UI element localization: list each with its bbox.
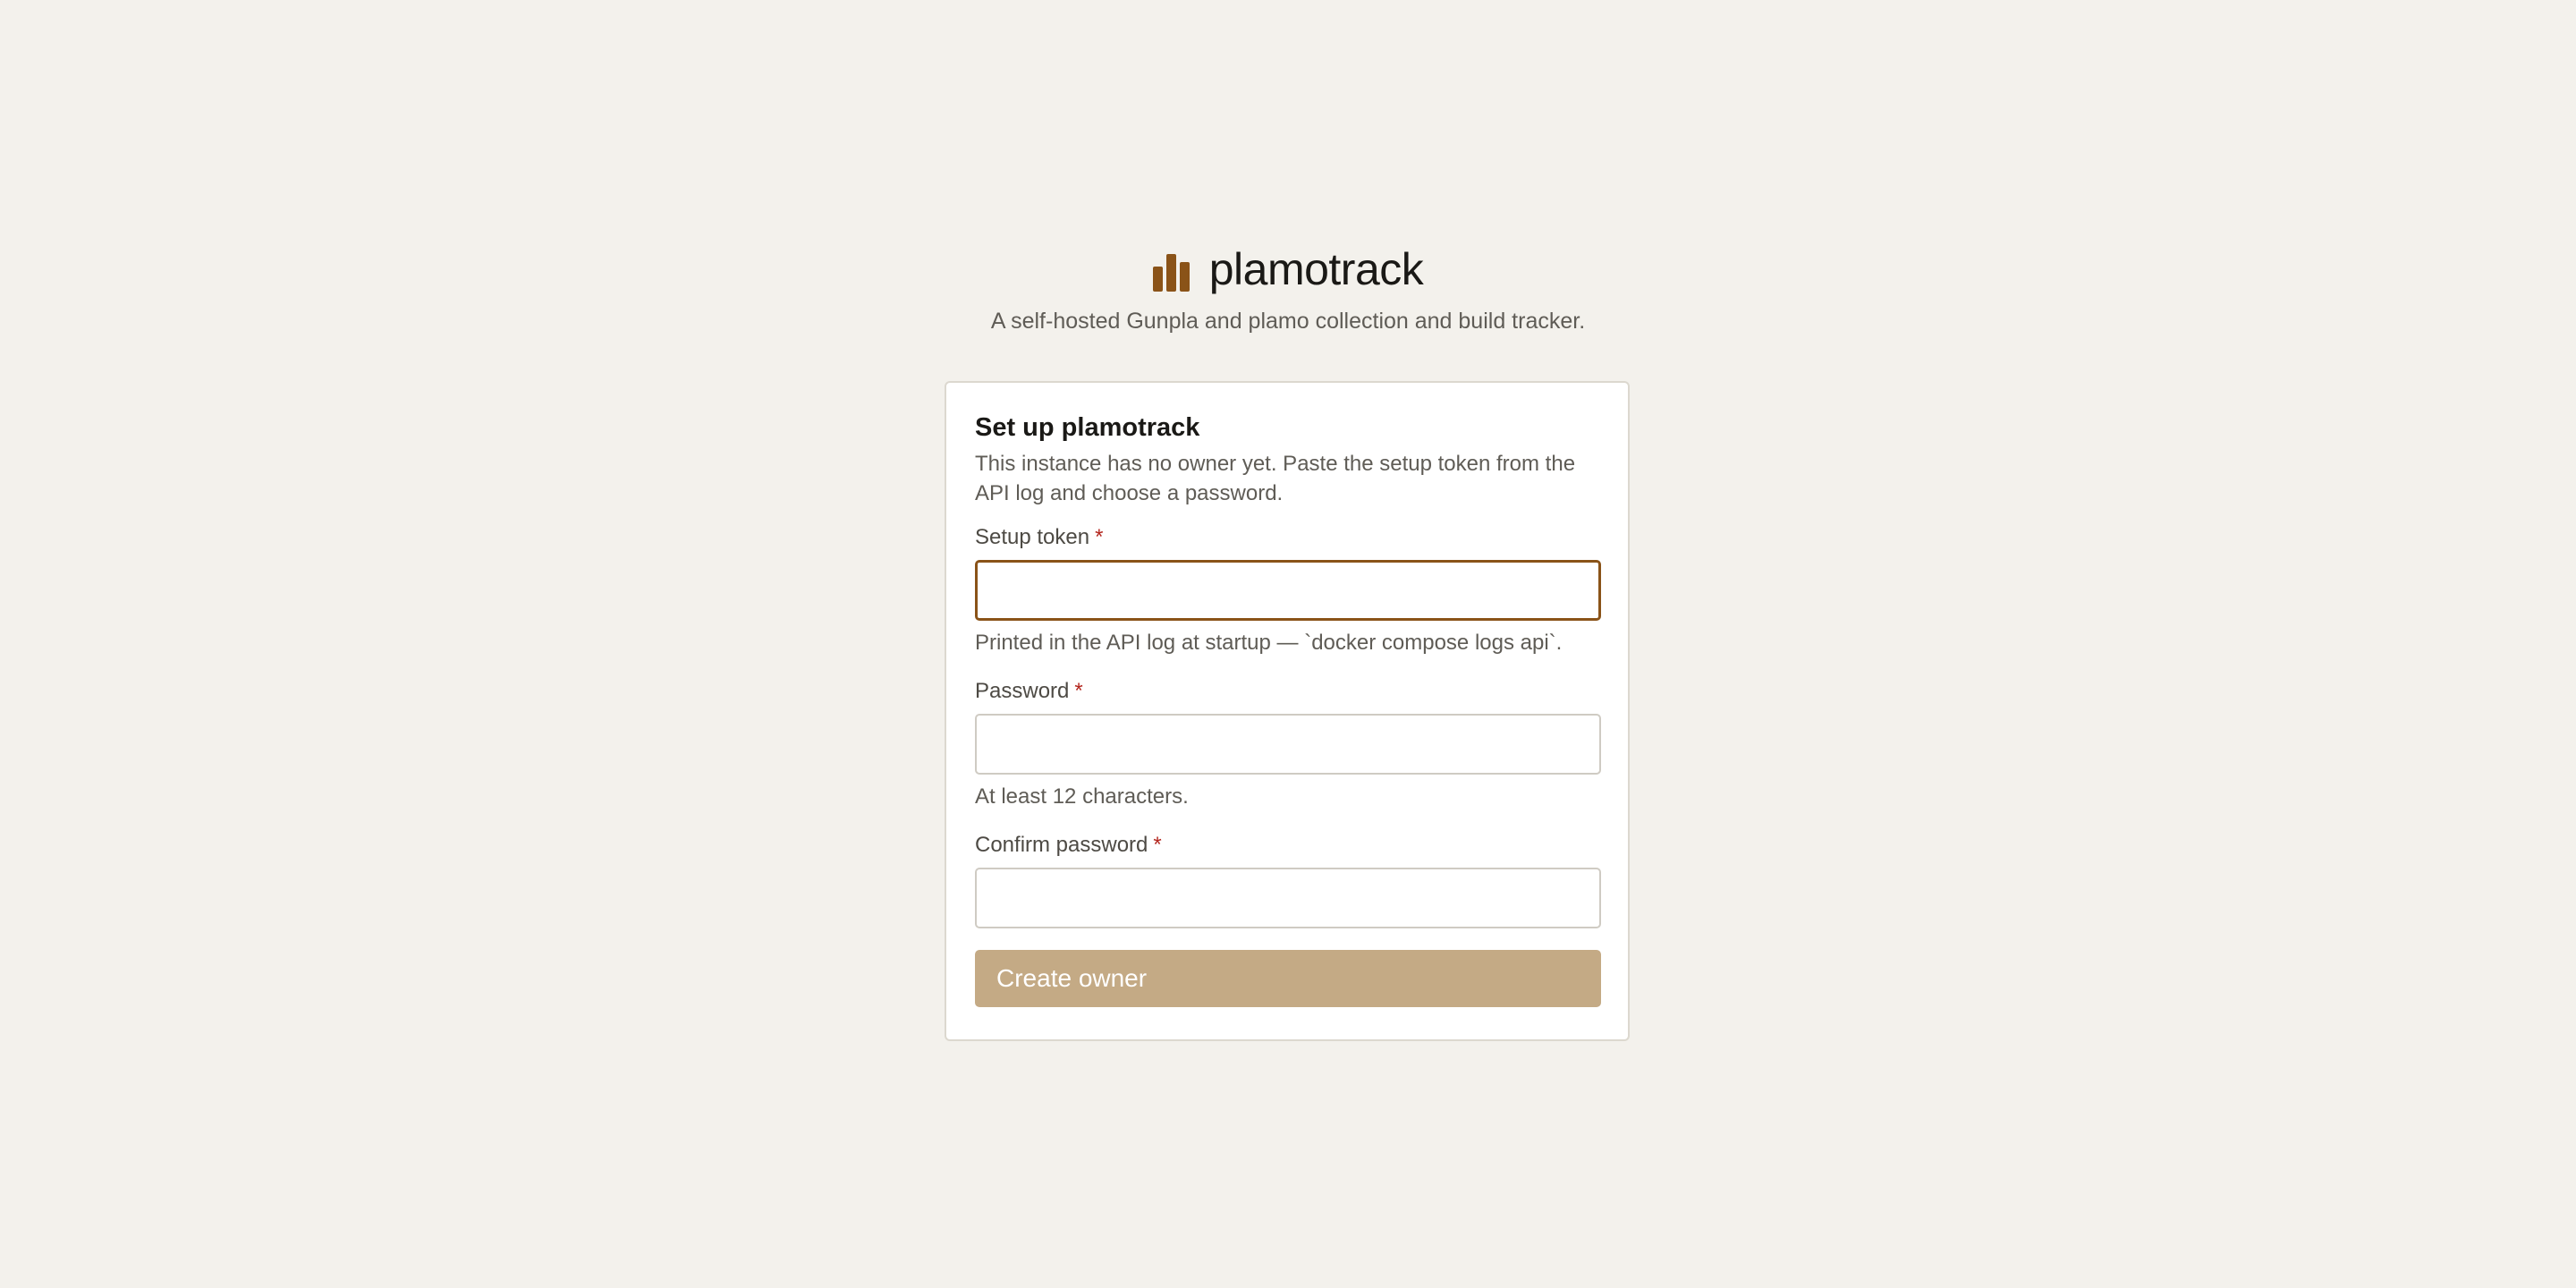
setup-token-group: Setup token * Printed in the API log at s… xyxy=(975,524,1601,657)
password-label: Password * xyxy=(975,678,1599,705)
password-label-text: Password xyxy=(975,679,1070,703)
app-name: plamotrack xyxy=(1208,244,1424,294)
required-marker: * xyxy=(1153,833,1162,857)
bar-chart-icon xyxy=(1152,252,1190,292)
setup-token-input[interactable] xyxy=(975,560,1601,621)
setup-card: Set up plamotrack This instance has no o… xyxy=(945,381,1630,1041)
create-owner-button[interactable]: Create owner xyxy=(975,950,1601,1007)
password-group: Password * At least 12 characters. xyxy=(975,678,1601,810)
brand-header: plamotrack xyxy=(0,243,2576,295)
required-marker: * xyxy=(1095,525,1104,549)
setup-token-label-text: Setup token xyxy=(975,525,1090,549)
confirm-password-group: Confirm password * xyxy=(975,832,1601,928)
setup-token-hint: Printed in the API log at startup — `doc… xyxy=(975,631,1563,655)
confirm-password-label: Confirm password * xyxy=(975,832,1599,859)
confirm-password-label-text: Confirm password xyxy=(975,833,1148,857)
app-tagline: A self-hosted Gunpla and plamo collectio… xyxy=(990,309,1586,334)
confirm-password-input[interactable] xyxy=(975,868,1601,928)
setup-token-label: Setup token * xyxy=(975,524,1599,551)
password-input[interactable] xyxy=(975,714,1601,775)
setup-description: This instance has no owner yet. Paste th… xyxy=(975,452,1576,505)
password-hint: At least 12 characters. xyxy=(975,784,1189,809)
setup-title: Set up plamotrack xyxy=(975,413,1200,442)
required-marker: * xyxy=(1074,679,1083,703)
